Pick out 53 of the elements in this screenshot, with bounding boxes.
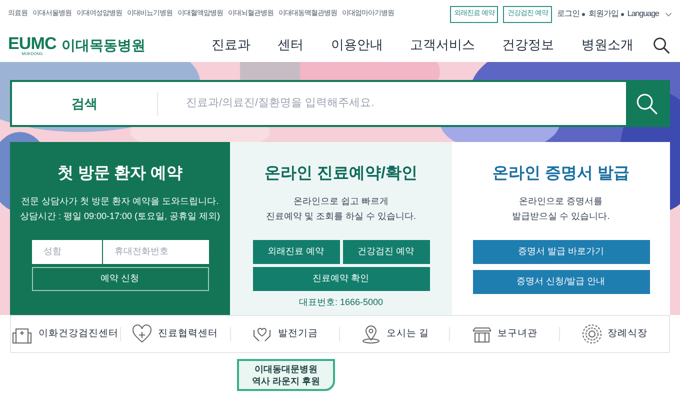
- panel-text: 전문 상담사가 첫 방문 환자 예약을 도와드립니다.: [21, 195, 219, 208]
- quick-link-label: 보구녀관: [498, 326, 538, 341]
- tooltip-text: 역사 라운지 후원: [252, 375, 320, 387]
- quick-link-label: 이화건강검진센터: [38, 326, 118, 341]
- nav-item[interactable]: 센터: [278, 35, 304, 55]
- quick-link[interactable]: 이화건강검진센터: [11, 324, 120, 344]
- hospital-name: 이대목동병원: [61, 36, 146, 54]
- panel-title: 첫 방문 환자 예약: [57, 164, 183, 184]
- logo-mark: EUMC: [8, 34, 56, 52]
- chevron-down-icon[interactable]: [665, 12, 672, 16]
- nav-item[interactable]: 고객서비스: [410, 35, 476, 55]
- quick-link-label: 오시는 길: [386, 326, 430, 341]
- panel-text: 온라인으로 증명서를: [519, 195, 603, 208]
- search-icon[interactable]: [653, 36, 670, 54]
- map-pin-icon: [360, 324, 381, 344]
- phone-number: 대표번호: 1666-5000: [298, 296, 384, 309]
- quick-link[interactable]: 보구녀관: [450, 324, 560, 344]
- bullet-icon: [582, 12, 586, 16]
- quick-link[interactable]: 장례식장: [560, 324, 669, 344]
- account-link[interactable]: 회원가입: [588, 8, 618, 20]
- certificate-button[interactable]: 증명서 신청/발급 안내: [472, 270, 650, 294]
- panel-text: 진료예약 및 조회를 하실 수 있습니다.: [266, 210, 416, 223]
- panel-title: 온라인 진료예약/확인: [264, 164, 418, 184]
- quick-link-label: 발전기금: [278, 326, 318, 341]
- certificate-button[interactable]: 증명서 발급 바로가기: [472, 240, 650, 264]
- search-label: 검색: [12, 82, 157, 125]
- tooltip-text: 이대동대문병원: [254, 363, 318, 375]
- panel-title: 온라인 증명서 발급: [492, 164, 630, 184]
- quick-link[interactable]: 진료협력센터: [120, 324, 230, 344]
- panel-text: 상담시간 : 평일 09:00-17:00 (토요일, 공휴일 제외): [20, 210, 220, 223]
- flower-icon: [582, 324, 602, 344]
- phone-field[interactable]: 휴대전화번호: [102, 240, 208, 264]
- apply-button[interactable]: 예약 신청: [32, 267, 208, 291]
- quick-link-label: 장례식장: [608, 326, 648, 341]
- panel-text: 발급받으실 수 있습니다.: [512, 210, 610, 223]
- quick-link[interactable]: 발전기금: [230, 324, 340, 344]
- booking-button[interactable]: 진료예약 확인: [252, 267, 430, 291]
- nav-item[interactable]: 병원소개: [581, 35, 634, 55]
- panel-text: 온라인으로 쉽고 빠르게: [293, 195, 388, 208]
- bullet-icon: [621, 12, 624, 16]
- search-field[interactable]: 진료과/의료진/질환명을 입력해주세요.: [158, 82, 626, 125]
- language-link[interactable]: Language: [627, 8, 659, 20]
- name-field[interactable]: 성함: [32, 240, 102, 264]
- booking-button[interactable]: 외래진료 예약: [252, 240, 340, 264]
- quick-link-label: 진료협력센터: [158, 326, 218, 341]
- booking-button[interactable]: 건강검진 예약: [342, 240, 430, 264]
- heart-icon: [132, 324, 152, 344]
- nav-item[interactable]: 건강정보: [502, 35, 554, 55]
- quick-link[interactable]: 오시는 길: [340, 324, 450, 344]
- nav-item[interactable]: 진료과: [212, 35, 251, 55]
- account-link[interactable]: 로그인: [556, 8, 580, 20]
- nav-item[interactable]: 이용안내: [330, 35, 383, 55]
- search-icon: [636, 92, 658, 114]
